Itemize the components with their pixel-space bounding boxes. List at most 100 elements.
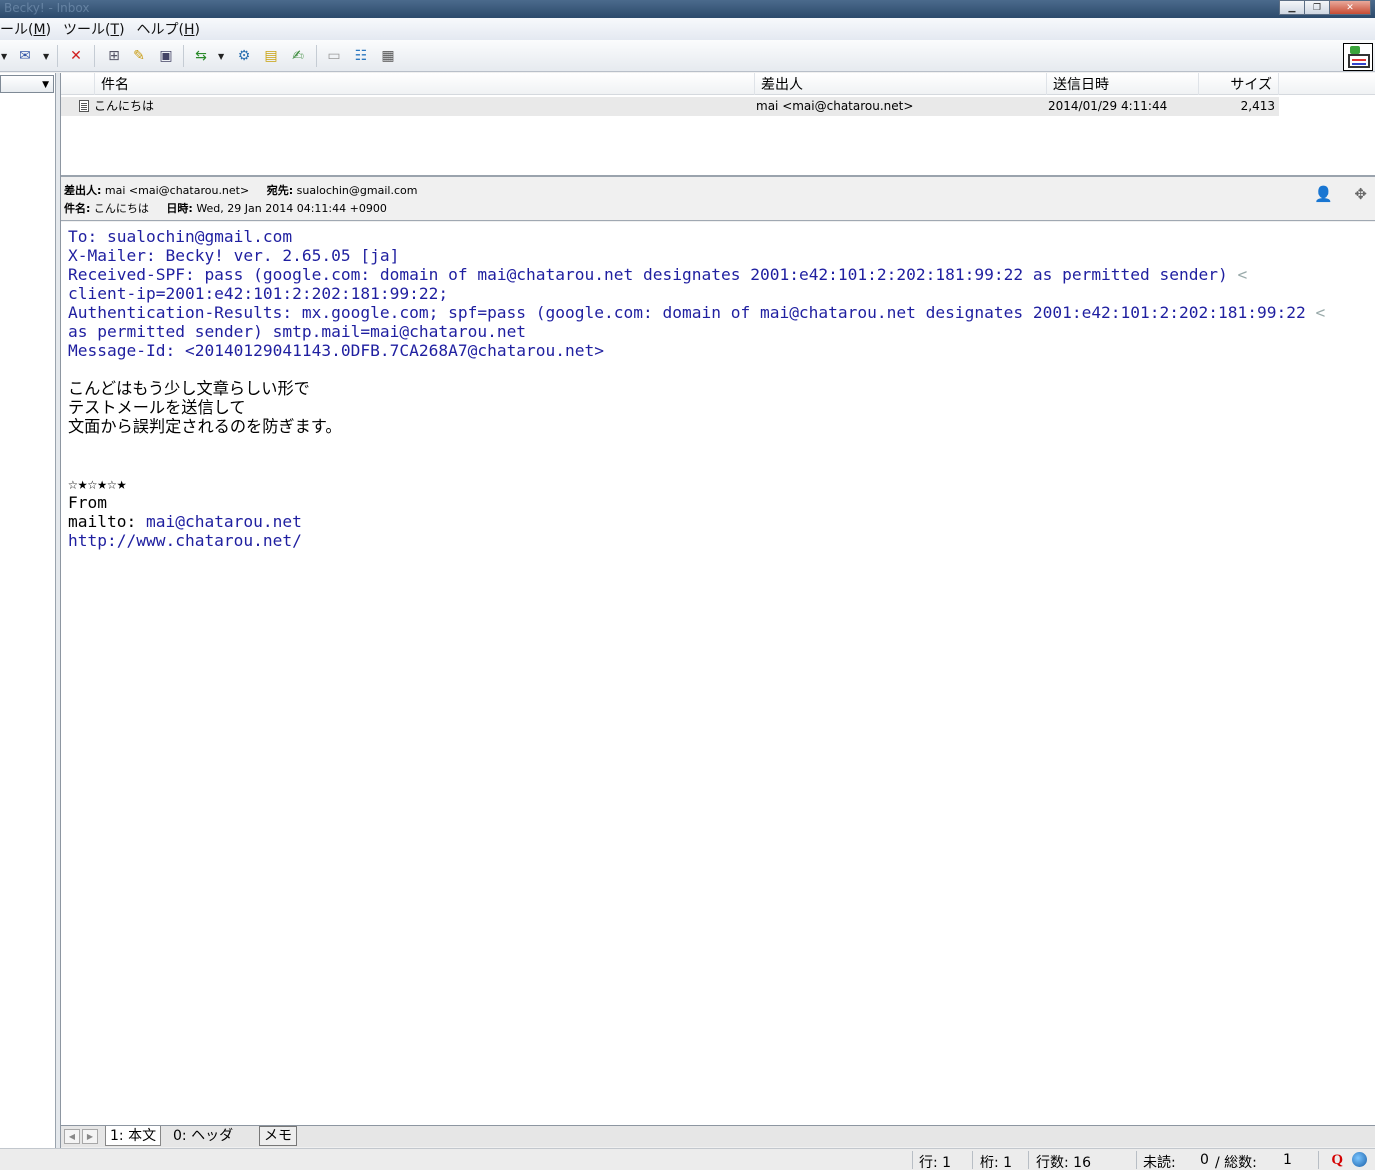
menu-bar: ール(M) ツール(T) ヘルプ(H): [0, 18, 1375, 40]
body-text: as permitted sender) smtp.mail=: [68, 322, 371, 341]
status-col: 桁: 1: [980, 1155, 1013, 1170]
window-controls: ▁ ❐ ✕: [1279, 0, 1371, 16]
subject-value: こんにちは: [93, 202, 149, 215]
tab-scroll-right-icon[interactable]: ▶: [82, 1129, 98, 1144]
title-bar: Becky! - Inbox ▁ ❐ ✕: [0, 0, 1375, 18]
header-row-1: 差出人: mai <mai@chatarou.net> 宛先: sualochi…: [64, 182, 417, 198]
message-header: 差出人: mai <mai@chatarou.net> 宛先: sualochi…: [61, 179, 1375, 221]
menu-help[interactable]: ヘルプ(H): [131, 19, 206, 39]
body-link[interactable]: mai@chatarou.net: [760, 303, 916, 322]
dropdown-arrow-icon[interactable]: ▼: [43, 52, 49, 61]
wrap-marker-icon: <: [1315, 303, 1326, 322]
status-total-value: 1: [1283, 1152, 1292, 1168]
col-date[interactable]: 送信日時: [1047, 73, 1199, 95]
menu-tools[interactable]: ツール(T): [57, 19, 131, 39]
from-label: 差出人:: [64, 184, 102, 197]
body-link[interactable]: mai@chatarou.net: [370, 322, 526, 341]
status-total-label: / 総数:: [1215, 1155, 1257, 1170]
body-link[interactable]: sualochin@gmail.com: [107, 227, 292, 246]
tab-memo[interactable]: メモ: [259, 1126, 297, 1146]
add-contact-icon[interactable]: 👤: [1314, 185, 1333, 203]
body-link[interactable]: 20140129041143.0DFB.7CA268A7@chatarou.ne…: [195, 341, 595, 360]
body-line: Message-Id: <20140129041143.0DFB.7CA268A…: [68, 341, 1375, 360]
body-line: mailto: mai@chatarou.net: [68, 512, 1375, 531]
body-text: client-ip=2001:e42:101:2:202:181:99:22;: [68, 284, 449, 303]
body-line: http://www.chatarou.net/: [68, 531, 1375, 550]
globe-icon[interactable]: [1352, 1152, 1367, 1167]
q-icon[interactable]: Q: [1331, 1152, 1343, 1169]
row-size: 2,413: [1240, 99, 1275, 113]
status-unread-label: 未読:: [1143, 1155, 1176, 1170]
col-from[interactable]: 差出人: [755, 73, 1047, 95]
view-tabs: ◀ ▶ 1: 本文 0: ヘッダ メモ: [61, 1125, 1375, 1147]
maximize-button[interactable]: ❐: [1304, 0, 1330, 15]
from-value[interactable]: mai <mai@chatarou.net>: [105, 184, 249, 197]
body-text: From: [68, 493, 107, 512]
body-text: Authentication-Results: mx.google.com; s…: [68, 303, 760, 322]
date-label: 日時:: [166, 202, 193, 215]
body-line: From: [68, 493, 1375, 512]
tree-icon[interactable]: ⊞: [104, 46, 124, 66]
folder-icon[interactable]: ▭: [324, 46, 344, 66]
mail-notify-icon[interactable]: [1343, 43, 1373, 71]
folder-combo[interactable]: ▼: [0, 75, 54, 93]
close-button[interactable]: ✕: [1329, 0, 1371, 15]
row-from: mai <mai@chatarou.net>: [756, 99, 914, 113]
tab-header[interactable]: 0: ヘッダ: [169, 1126, 237, 1146]
date-value: Wed, 29 Jan 2014 04:11:44 +0900: [196, 202, 387, 215]
body-line: Authentication-Results: mx.google.com; s…: [68, 303, 1375, 322]
window-title: Becky! - Inbox: [4, 1, 90, 15]
col-subject[interactable]: 件名: [95, 73, 755, 95]
col-size[interactable]: サイズ: [1199, 73, 1279, 95]
status-bar: 行: 1 桁: 1 行数: 16 未読: 0 / 総数: 1 Q: [0, 1148, 1375, 1170]
address-book-icon[interactable]: ☷: [351, 46, 371, 66]
status-unread-value: 0: [1200, 1152, 1209, 1168]
body-text: 文面から誤判定されるのを防ぎます。: [68, 417, 342, 436]
body-text: こんどはもう少し文章らしい形で: [68, 379, 310, 398]
tab-scroll-left-icon[interactable]: ◀: [64, 1129, 80, 1144]
properties-icon[interactable]: ▣: [156, 46, 176, 66]
delete-icon[interactable]: ✕: [66, 46, 86, 66]
body-line: [68, 436, 1375, 455]
minimize-button[interactable]: ▁: [1279, 0, 1305, 15]
body-text: X-Mailer: Becky! ver. 2.65.05 [ja]: [68, 246, 400, 265]
menu-mail[interactable]: ール(M): [0, 19, 57, 39]
body-link[interactable]: http://www.chatarou.net/: [68, 531, 302, 550]
check-mail-icon[interactable]: ✉: [15, 46, 35, 66]
layout-icon[interactable]: ▦: [378, 46, 398, 66]
body-link[interactable]: mai@chatarou.net: [477, 265, 633, 284]
message-icon: [79, 100, 89, 112]
body-line: テストメールを送信して: [68, 398, 1375, 417]
header-row-2: 件名: こんにちは 日時: Wed, 29 Jan 2014 04:11:44 …: [64, 200, 387, 216]
to-value[interactable]: sualochin@gmail.com: [297, 184, 418, 197]
compose-icon[interactable]: ✍: [288, 46, 308, 66]
body-line: こんどはもう少し文章らしい形で: [68, 379, 1375, 398]
chevron-down-icon: ▼: [42, 80, 49, 90]
expand-icon[interactable]: ✥: [1354, 185, 1367, 203]
body-line: ☆★☆★☆★: [68, 474, 1375, 493]
clipboard-icon[interactable]: ▤: [261, 46, 281, 66]
wrap-marker-icon: <: [1237, 265, 1248, 284]
folder-pane: ▼: [0, 73, 56, 1148]
pencil-icon[interactable]: ✎: [129, 46, 149, 66]
body-text: To:: [68, 227, 107, 246]
table-row[interactable]: こんにちは mai <mai@chatarou.net> 2014/01/29 …: [61, 97, 1279, 116]
body-text: designates 2001:e42:101:2:202:181:99:22: [915, 303, 1316, 322]
row-date: 2014/01/29 4:11:44: [1048, 99, 1168, 113]
body-line: client-ip=2001:e42:101:2:202:181:99:22;: [68, 284, 1375, 303]
message-body[interactable]: To: sualochin@gmail.com X-Mailer: Becky! …: [61, 222, 1375, 1125]
dropdown-arrow-icon[interactable]: ▼: [1, 52, 7, 61]
subject-label: 件名:: [64, 202, 91, 215]
dropdown-arrow-icon[interactable]: ▼: [218, 52, 224, 61]
status-row: 行: 1: [919, 1155, 952, 1170]
body-line: [68, 360, 1375, 379]
body-text: Received-SPF: pass (google.com: domain o…: [68, 265, 478, 284]
toolbar: ▼ ✉ ▼ ✕ ⊞ ✎ ▣ ⇆ ▼ ⚙ ▤ ✍ ▭ ☷ ▦: [0, 40, 1375, 72]
filter-icon[interactable]: ⚙: [234, 46, 254, 66]
tab-body[interactable]: 1: 本文: [105, 1126, 162, 1146]
send-receive-icon[interactable]: ⇆: [191, 46, 211, 66]
body-text: mailto:: [68, 512, 146, 531]
body-link[interactable]: mai@chatarou.net: [146, 512, 302, 531]
col-icon[interactable]: [61, 73, 95, 95]
body-line: 文面から誤判定されるのを防ぎます。: [68, 417, 1375, 436]
